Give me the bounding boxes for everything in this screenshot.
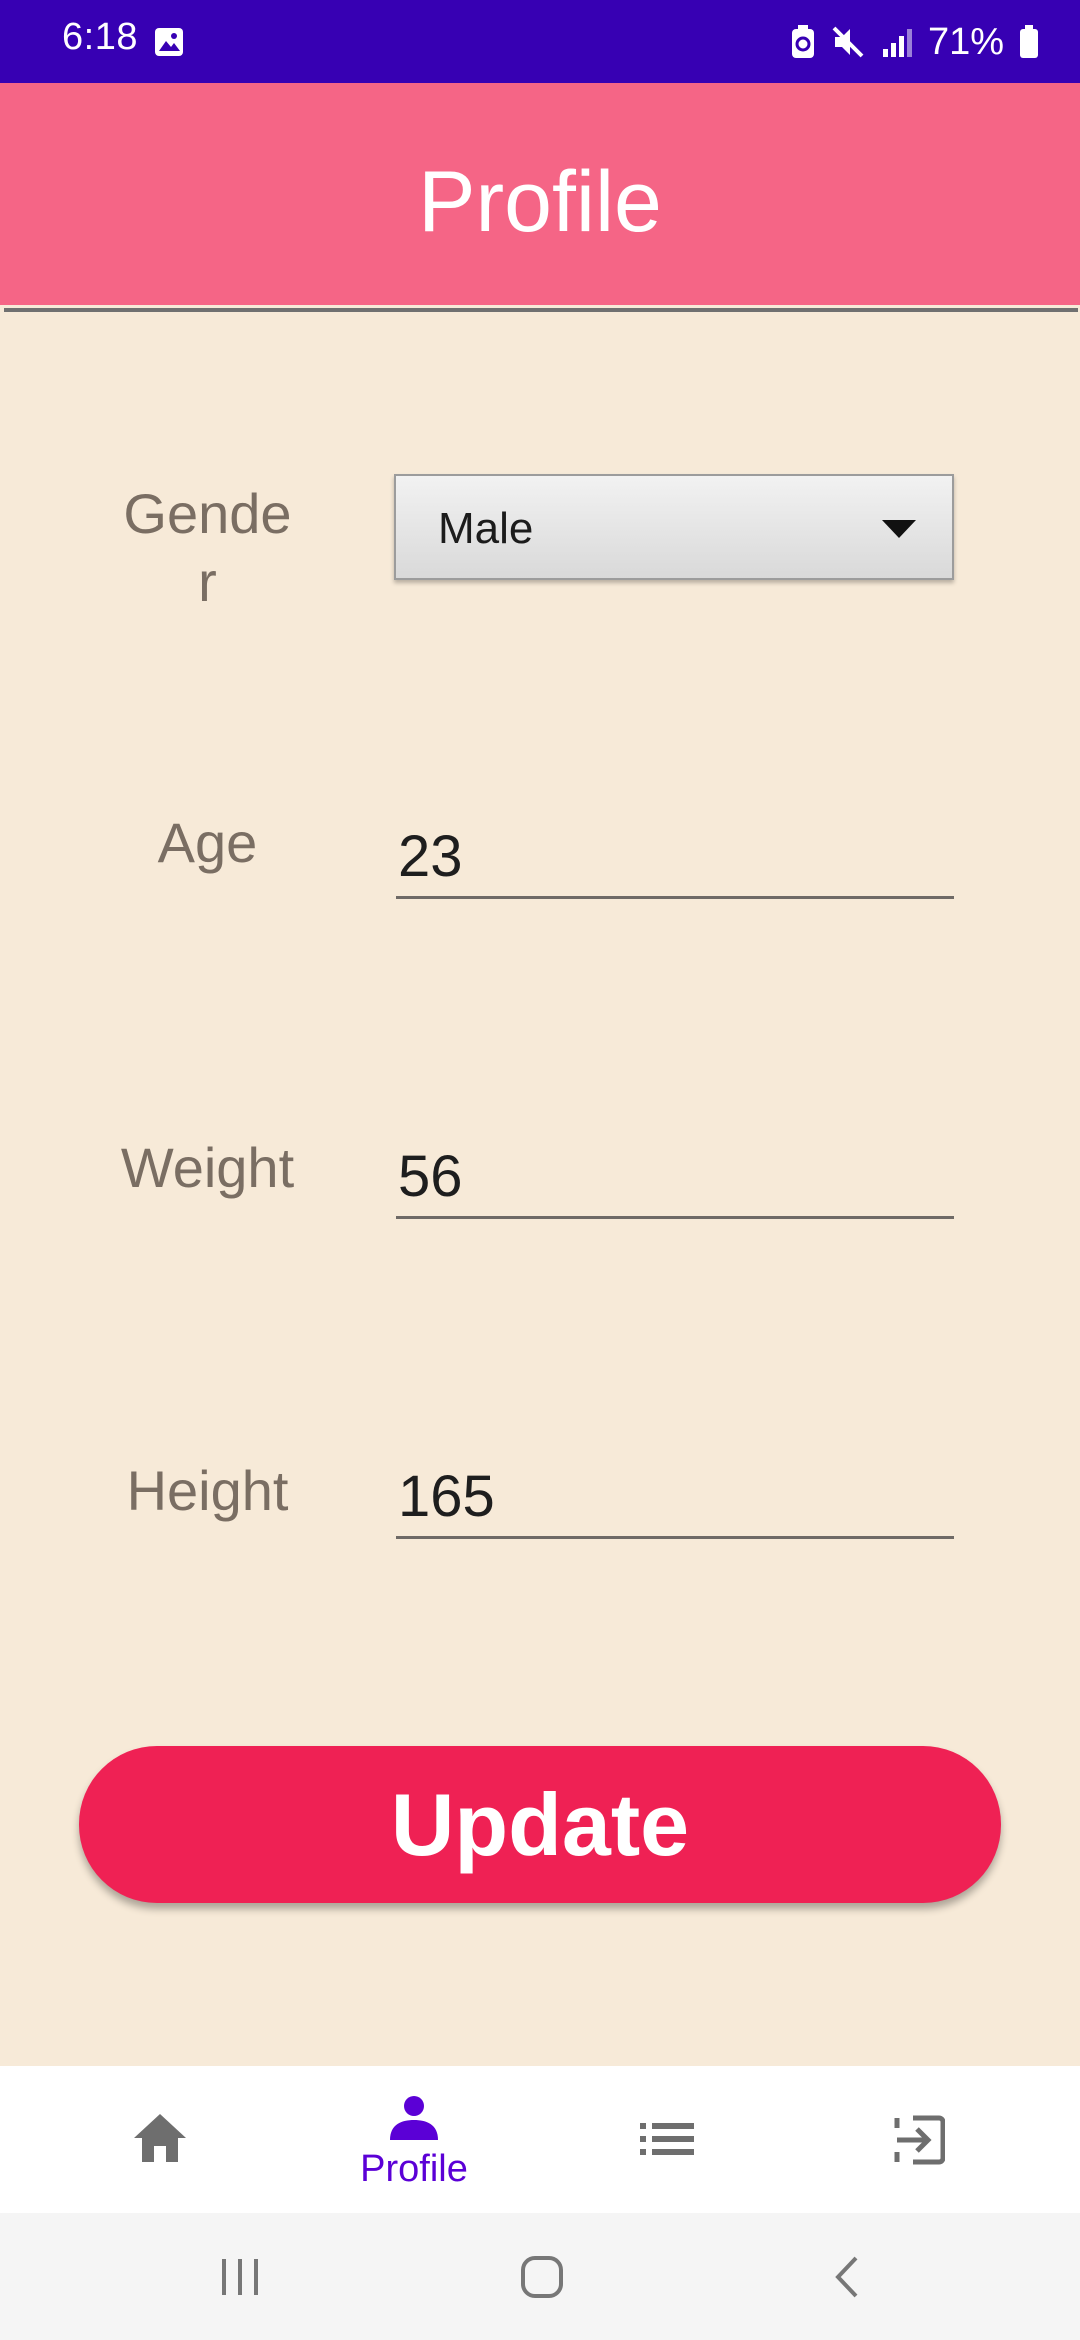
gender-dropdown[interactable]: Male [394,474,954,580]
mute-icon [832,26,864,58]
height-label: Height [126,1459,289,1522]
recent-apps-icon[interactable] [218,2255,262,2299]
height-value: 165 [398,1464,495,1529]
gender-selected-value: Male [438,504,534,553]
nav-item-list[interactable] [532,2066,802,2213]
back-icon[interactable] [832,2254,862,2300]
home-icon [134,2114,186,2162]
list-icon [640,2123,694,2155]
bottom-nav: Profile [0,2066,1080,2213]
age-field[interactable]: 23 [396,824,954,899]
exit-icon [894,2115,945,2165]
gender-label: Gende r [123,482,292,613]
update-button[interactable]: Update [79,1746,1001,1903]
person-icon [390,2096,438,2140]
app-bar: Profile [0,83,1080,305]
system-nav-bar [0,2213,1080,2340]
home-circle-icon[interactable] [519,2254,565,2300]
battery-saver-icon [791,25,814,58]
nav-item-home[interactable] [25,2066,295,2213]
weight-value: 56 [398,1144,463,1209]
nav-item-profile[interactable]: Profile [279,2066,549,2213]
nav-item-exit[interactable] [784,2066,1054,2213]
age-label: Age [157,811,258,874]
battery-percent: 71% [927,20,1004,63]
weight-field[interactable]: 56 [396,1144,954,1219]
signal-icon [882,29,912,57]
height-field[interactable]: 165 [396,1464,954,1539]
page-title: Profile [418,154,662,250]
weight-label: Weight [120,1136,295,1199]
age-value: 23 [398,824,463,889]
status-bar: 6:18 71% [0,0,1080,83]
battery-icon [1020,25,1038,58]
header-divider [4,308,1078,312]
status-time: 6:18 [62,16,138,58]
nav-label-profile: Profile [360,2148,468,2190]
gallery-icon [155,28,183,56]
status-right-icons: 71% [790,18,1040,66]
dropdown-arrow-icon [882,520,916,538]
